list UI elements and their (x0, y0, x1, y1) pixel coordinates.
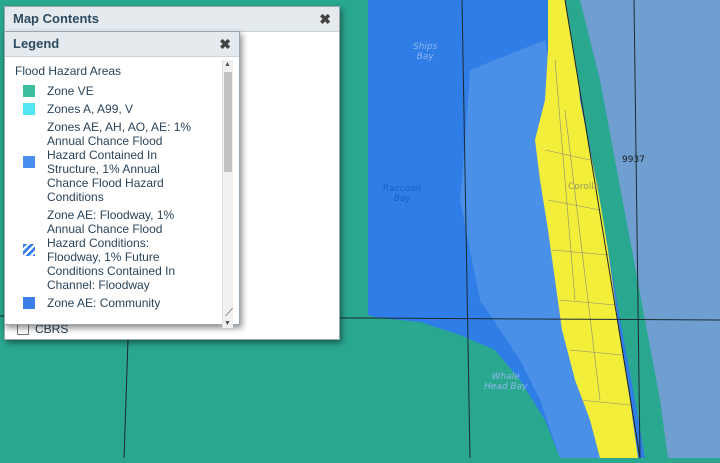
scroll-up-icon[interactable]: ▲ (224, 61, 231, 68)
swatch-icon (23, 103, 35, 115)
legend-item-label: Zone VE (47, 84, 94, 98)
legend-title-bar: Legend ✖ (5, 32, 239, 57)
legend-item-label: Zones AE, AH, AO, AE: 1% Annual Chance F… (47, 120, 192, 204)
scrollbar-thumb[interactable] (224, 72, 232, 172)
legend-list: Flood Hazard Areas Zone VE Zones A, A99,… (13, 66, 223, 320)
whale-head-bay-label: Whale Head Bay (484, 372, 528, 392)
swatch-icon (23, 85, 35, 97)
legend-item: Zone VE (13, 84, 223, 98)
parcel-number-label: 9937 (622, 155, 645, 165)
legend-item-label: Zone AE: Community (47, 296, 161, 310)
legend-item-label: Zone AE: Floodway, 1% Annual Chance Floo… (47, 208, 176, 292)
ships-bay-label: Ships Bay (413, 42, 438, 62)
legend-title: Legend (13, 36, 60, 51)
resize-handle-icon[interactable]: ⟋ (225, 307, 233, 320)
map-contents-title: Map Contents (13, 11, 99, 26)
map-contents-title-bar: Map Contents ✖ (5, 7, 339, 32)
swatch-icon (23, 297, 35, 309)
hatched-swatch-icon (23, 244, 35, 256)
legend-panel: Legend ✖ Flood Hazard Areas Zone VE Zone… (4, 31, 240, 328)
scroll-down-icon[interactable]: ▼ (224, 320, 231, 327)
legend-item: Zones AE, AH, AO, AE: 1% Annual Chance F… (13, 120, 223, 204)
swatch-icon (23, 156, 35, 168)
raccoon-bay-label: Raccoon Bay (383, 184, 422, 204)
legend-item: Zone AE: Community (13, 296, 223, 310)
close-icon[interactable]: ✖ (319, 7, 331, 31)
close-icon[interactable]: ✖ (219, 32, 231, 56)
legend-heading: Flood Hazard Areas (15, 66, 122, 78)
legend-scrollbar[interactable]: ▲ ▼ (222, 60, 233, 328)
town-label: Corolla (568, 182, 600, 192)
legend-item-label: Zones A, A99, V (47, 102, 134, 116)
legend-item: Zones A, A99, V (13, 102, 223, 116)
legend-item: Zone AE: Floodway, 1% Annual Chance Floo… (13, 208, 223, 292)
